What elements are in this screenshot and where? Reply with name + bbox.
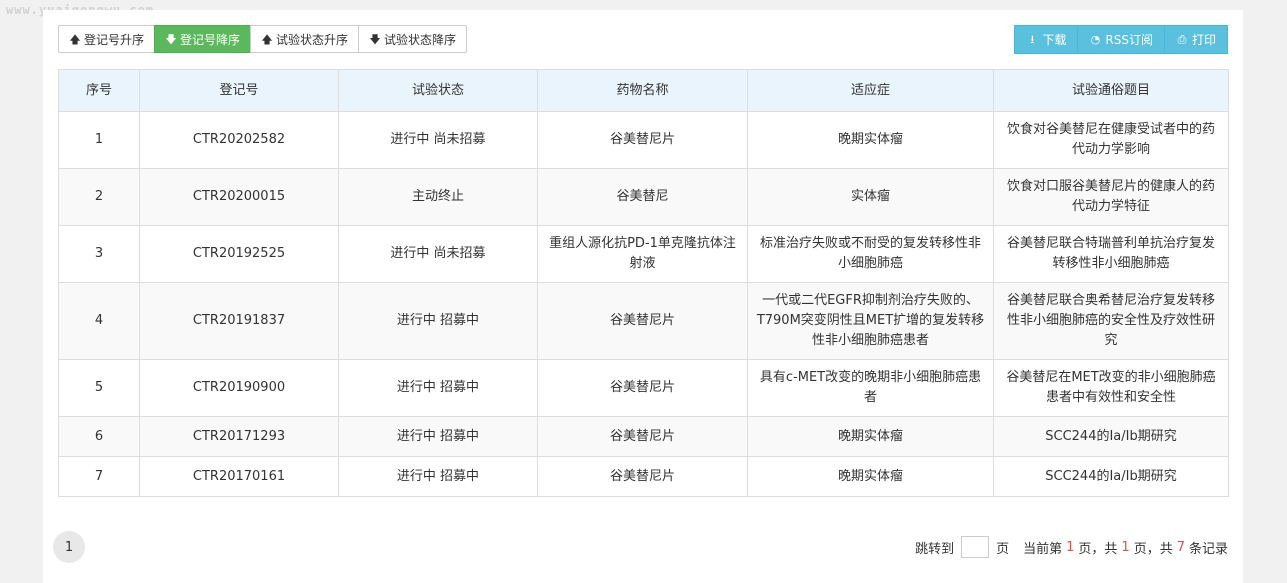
total-pages-number: 1 (1121, 539, 1130, 555)
cell-reg-no[interactable]: CTR20200015 (139, 168, 339, 226)
cell-drug: 谷美替尼片 (537, 282, 748, 360)
cell-reg-no[interactable]: CTR20191837 (139, 282, 339, 360)
arrow-up-icon: 🡅 (69, 32, 81, 46)
pagination-info: 跳转到 页 当前第 1 页，共 1 页，共 7 条记录 (915, 535, 1228, 559)
table-row[interactable]: 4 CTR20191837 进行中 招募中 谷美替尼片 一代或二代EGFR抑制剂… (58, 282, 1229, 360)
trial-list-panel: 🡅 登记号升序 🡇 登记号降序 🡅 试验状态升序 🡇 试验状态降序 ⭳ 下载 ◔… (43, 10, 1243, 583)
cell-reg-no[interactable]: CTR20171293 (139, 416, 339, 457)
cell-reg-no[interactable]: CTR20202582 (139, 111, 339, 169)
sort-button-label: 试验状态升序 (276, 32, 349, 47)
trial-table: 序号 登记号 试验状态 药物名称 适应症 试验通俗题目 1 CTR2020258… (58, 69, 1229, 497)
cell-status: 进行中 招募中 (338, 359, 538, 417)
print-button[interactable]: ⎙ 打印 (1163, 25, 1228, 54)
sort-by-status-asc-button[interactable]: 🡅 试验状态升序 (250, 25, 360, 53)
info-mid-1: 页，共 (1078, 541, 1118, 557)
jump-to-label: 跳转到 (915, 541, 955, 557)
table-row[interactable]: 2 CTR20200015 主动终止 谷美替尼 实体瘤 饮食对口服谷美替尼片的健… (58, 168, 1229, 226)
cell-status: 进行中 尚未招募 (338, 111, 538, 169)
info-prefix: 当前第 (1023, 541, 1063, 557)
rss-button-label: RSS订阅 (1105, 33, 1153, 47)
cell-title: SCC244的Ia/Ib期研究 (993, 456, 1229, 497)
sort-by-reg-desc-button[interactable]: 🡇 登记号降序 (154, 25, 252, 53)
column-header-title[interactable]: 试验通俗题目 (993, 69, 1229, 112)
cell-drug: 谷美替尼片 (537, 456, 748, 497)
cell-indication: 晚期实体瘤 (747, 456, 994, 497)
cell-drug: 谷美替尼片 (537, 416, 748, 457)
column-header-reg-no[interactable]: 登记号 (139, 69, 339, 112)
cell-indication: 一代或二代EGFR抑制剂治疗失败的、T790M突变阴性且MET扩增的复发转移性非… (747, 282, 994, 360)
cell-indication: 晚期实体瘤 (747, 111, 994, 169)
cell-index: 7 (58, 456, 140, 497)
table-header-row: 序号 登记号 试验状态 药物名称 适应症 试验通俗题目 (58, 69, 1229, 112)
download-button-label: 下载 (1042, 33, 1067, 47)
cell-status: 进行中 尚未招募 (338, 225, 538, 283)
sort-toolbar: 🡅 登记号升序 🡇 登记号降序 🡅 试验状态升序 🡇 试验状态降序 (58, 25, 468, 53)
cell-index: 5 (58, 359, 140, 417)
rss-icon: ◔ (1090, 33, 1101, 46)
cell-title: 饮食对谷美替尼在健康受试者中的药代动力学影响 (993, 111, 1229, 169)
table-row[interactable]: 1 CTR20202582 进行中 尚未招募 谷美替尼片 晚期实体瘤 饮食对谷美… (58, 111, 1229, 169)
cell-indication: 标准治疗失败或不耐受的复发转移性非小细胞肺癌 (747, 225, 994, 283)
cell-indication: 晚期实体瘤 (747, 416, 994, 457)
sort-button-label: 登记号升序 (84, 32, 145, 47)
arrow-down-icon: 🡇 (369, 32, 381, 46)
cell-reg-no[interactable]: CTR20192525 (139, 225, 339, 283)
column-header-indication[interactable]: 适应症 (747, 69, 994, 112)
table-row[interactable]: 3 CTR20192525 进行中 尚未招募 重组人源化抗PD-1单克隆抗体注射… (58, 225, 1229, 283)
cell-status: 进行中 招募中 (338, 416, 538, 457)
print-button-label: 打印 (1191, 33, 1216, 47)
arrow-down-icon: 🡇 (165, 32, 177, 46)
page-unit-label: 页 (996, 541, 1010, 557)
cell-indication: 实体瘤 (747, 168, 994, 226)
cell-index: 3 (58, 225, 140, 283)
cell-title: 谷美替尼联合特瑞普利单抗治疗复发转移性非小细胞肺癌 (993, 225, 1229, 283)
cell-drug: 谷美替尼 (537, 168, 748, 226)
arrow-up-icon: 🡅 (261, 32, 273, 46)
cell-index: 4 (58, 282, 140, 360)
total-records-number: 7 (1176, 539, 1185, 555)
cell-title: 谷美替尼联合奥希替尼治疗复发转移性非小细胞肺癌的安全性及疗效性研究 (993, 282, 1229, 360)
cell-status: 进行中 招募中 (338, 456, 538, 497)
info-suffix: 条记录 (1188, 541, 1228, 557)
cell-drug: 谷美替尼片 (537, 111, 748, 169)
print-icon: ⎙ (1177, 33, 1187, 46)
table-row[interactable]: 5 CTR20190900 进行中 招募中 谷美替尼片 具有c-MET改变的晚期… (58, 359, 1229, 417)
sort-by-status-desc-button[interactable]: 🡇 试验状态降序 (358, 25, 468, 53)
sort-by-reg-asc-button[interactable]: 🡅 登记号升序 (58, 25, 156, 53)
download-button[interactable]: ⭳ 下载 (1014, 25, 1079, 54)
jump-page-input[interactable] (961, 536, 990, 558)
cell-reg-no[interactable]: CTR20170161 (139, 456, 339, 497)
cell-status: 主动终止 (338, 168, 538, 226)
action-toolbar: ⭳ 下载 ◔ RSS订阅 ⎙ 打印 (1014, 25, 1228, 54)
sort-button-label: 登记号降序 (180, 32, 241, 47)
pagination-page-1[interactable]: 1 (53, 531, 85, 563)
cell-index: 6 (58, 416, 140, 457)
column-header-status[interactable]: 试验状态 (338, 69, 538, 112)
cell-index: 2 (58, 168, 140, 226)
table-row[interactable]: 6 CTR20171293 进行中 招募中 谷美替尼片 晚期实体瘤 SCC244… (58, 416, 1229, 457)
info-mid-2: 页，共 (1133, 541, 1173, 557)
download-icon: ⭳ (1030, 33, 1035, 46)
cell-drug: 谷美替尼片 (537, 359, 748, 417)
cell-title: 谷美替尼在MET改变的非小细胞肺癌患者中有效性和安全性 (993, 359, 1229, 417)
column-header-drug[interactable]: 药物名称 (537, 69, 748, 112)
sort-button-label: 试验状态降序 (384, 32, 457, 47)
cell-index: 1 (58, 111, 140, 169)
cell-title: 饮食对口服谷美替尼片的健康人的药代动力学特征 (993, 168, 1229, 226)
column-header-index[interactable]: 序号 (58, 69, 140, 112)
table-row[interactable]: 7 CTR20170161 进行中 招募中 谷美替尼片 晚期实体瘤 SCC244… (58, 456, 1229, 497)
current-page-number: 1 (1066, 539, 1075, 555)
cell-indication: 具有c-MET改变的晚期非小细胞肺癌患者 (747, 359, 994, 417)
cell-status: 进行中 招募中 (338, 282, 538, 360)
cell-drug: 重组人源化抗PD-1单克隆抗体注射液 (537, 225, 748, 283)
rss-subscribe-button[interactable]: ◔ RSS订阅 (1077, 25, 1165, 54)
cell-title: SCC244的Ia/Ib期研究 (993, 416, 1229, 457)
cell-reg-no[interactable]: CTR20190900 (139, 359, 339, 417)
